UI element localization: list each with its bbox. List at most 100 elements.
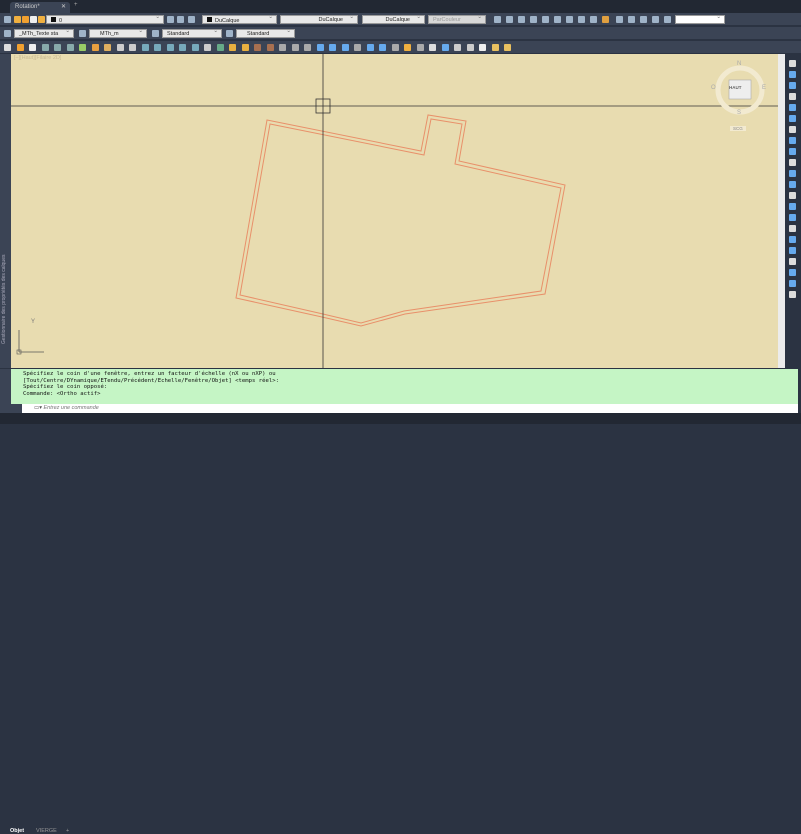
drawing-canvas[interactable]: [–][Haut][Filaire 2D] Y HAUT N S E O SCG <box>11 54 778 368</box>
color-dropdown[interactable]: DuCalque <box>202 14 277 24</box>
tool-icon[interactable] <box>29 44 36 51</box>
layer-dropdown[interactable]: 0 <box>46 14 164 24</box>
side-tool-icon[interactable] <box>789 258 796 265</box>
ucs-icon[interactable] <box>578 16 585 23</box>
tool-icon[interactable] <box>91 44 99 51</box>
tool-icon[interactable] <box>279 44 286 51</box>
tool-icon[interactable] <box>66 44 74 51</box>
dim-style-dropdown[interactable]: MTh_m <box>89 28 147 38</box>
viewport-scale-dropdown[interactable] <box>675 14 725 24</box>
tool-icon[interactable] <box>4 44 11 51</box>
side-tool-icon[interactable] <box>789 60 796 67</box>
ucs-dropdown[interactable]: SCG <box>730 126 746 131</box>
table-style-dropdown[interactable]: Standard <box>162 28 222 38</box>
side-tool-icon[interactable] <box>789 247 796 254</box>
properties-palette-bar[interactable]: Gestionnaire des propriétés des calques <box>0 54 11 368</box>
tool-icon[interactable] <box>404 44 411 51</box>
side-tool-icon[interactable] <box>789 192 796 199</box>
tab-model[interactable]: Objet <box>10 828 24 834</box>
side-tool-icon[interactable] <box>789 269 796 276</box>
tool-icon[interactable] <box>79 44 86 51</box>
freeze-icon[interactable] <box>30 16 37 23</box>
linetype-dropdown[interactable]: DuCalque <box>280 14 358 24</box>
tool-icon[interactable] <box>316 44 324 51</box>
close-icon[interactable]: ✕ <box>61 3 66 10</box>
tool-icon[interactable] <box>304 44 311 51</box>
tool-icon[interactable] <box>329 44 336 51</box>
compass-north[interactable]: N <box>737 61 741 67</box>
text-style-dropdown[interactable]: _MTh_Texte sta <box>14 28 74 38</box>
view-icon[interactable] <box>542 16 549 23</box>
side-tool-icon[interactable] <box>789 93 796 100</box>
tool-icon[interactable] <box>104 44 111 51</box>
plotstyle-dropdown[interactable]: ParCouleur <box>428 14 486 24</box>
tool-icon[interactable] <box>391 44 399 51</box>
light-bulb-icon[interactable] <box>14 16 21 23</box>
side-tool-icon[interactable] <box>789 236 796 243</box>
viewport-icon[interactable] <box>652 16 659 23</box>
lineweight-dropdown[interactable]: DuCalque <box>362 14 425 24</box>
view-icon[interactable] <box>518 16 525 23</box>
command-menu-icon[interactable]: ▭▾ <box>34 405 44 411</box>
tool-icon[interactable] <box>341 44 349 51</box>
view-icon[interactable] <box>530 16 537 23</box>
viewport-icon[interactable] <box>616 16 623 23</box>
side-tool-icon[interactable] <box>789 71 796 78</box>
view-icon[interactable] <box>506 16 513 23</box>
tool-icon[interactable] <box>16 44 24 51</box>
compass-south[interactable]: S <box>737 110 741 116</box>
command-input[interactable]: ▭▾ Entrez une commande <box>22 404 798 413</box>
ucs-icon[interactable] <box>590 16 597 23</box>
tab-layout-vierge[interactable]: VIERGE <box>36 828 57 834</box>
previous-layer-icon[interactable] <box>188 16 195 23</box>
tool-icon[interactable] <box>491 44 499 51</box>
viewport-icon[interactable] <box>628 16 635 23</box>
vertical-scrollbar[interactable] <box>778 54 785 368</box>
layer-properties-icon[interactable] <box>4 16 11 23</box>
side-tool-icon[interactable] <box>789 115 796 122</box>
tool-icon[interactable] <box>429 44 436 51</box>
side-tool-icon[interactable] <box>789 170 796 177</box>
tool-icon[interactable] <box>291 44 299 51</box>
side-tool-icon[interactable] <box>789 280 796 287</box>
tool-icon[interactable] <box>504 44 511 51</box>
tool-icon[interactable] <box>266 44 274 51</box>
viewport-icon[interactable] <box>640 16 647 23</box>
tool-icon[interactable] <box>379 44 386 51</box>
tool-icon[interactable] <box>241 44 249 51</box>
tool-icon[interactable] <box>216 44 224 51</box>
document-tab[interactable]: Rotation* ✕ <box>10 2 70 13</box>
tool-icon[interactable] <box>229 44 236 51</box>
match-layer-icon[interactable] <box>177 16 184 23</box>
side-tool-icon[interactable] <box>789 225 796 232</box>
side-tool-icon[interactable] <box>789 137 796 144</box>
side-tool-icon[interactable] <box>789 126 796 133</box>
side-tool-icon[interactable] <box>789 148 796 155</box>
side-tool-icon[interactable] <box>789 181 796 188</box>
side-tool-icon[interactable] <box>789 291 796 298</box>
tool-icon[interactable] <box>54 44 61 51</box>
compass-east[interactable]: E <box>762 85 766 91</box>
side-tool-icon[interactable] <box>789 203 796 210</box>
tool-icon[interactable] <box>441 44 449 51</box>
tool-icon[interactable] <box>204 44 211 51</box>
tool-icon[interactable] <box>191 44 199 51</box>
side-tool-icon[interactable] <box>789 104 796 111</box>
tool-icon[interactable] <box>416 44 424 51</box>
make-current-icon[interactable] <box>167 16 174 23</box>
tool-icon[interactable] <box>154 44 161 51</box>
tool-icon[interactable] <box>466 44 474 51</box>
view-icon[interactable] <box>554 16 561 23</box>
sun-icon[interactable] <box>22 16 29 23</box>
tool-icon[interactable] <box>354 44 361 51</box>
ucs-icon[interactable] <box>602 16 609 23</box>
mleader-style-dropdown[interactable]: Standard <box>236 28 295 38</box>
tool-icon[interactable] <box>41 44 49 51</box>
tool-icon[interactable] <box>454 44 461 51</box>
side-tool-icon[interactable] <box>789 82 796 89</box>
compass-west[interactable]: O <box>711 85 716 91</box>
lock-icon[interactable] <box>38 16 45 23</box>
tool-icon[interactable] <box>166 44 174 51</box>
tool-icon[interactable] <box>129 44 136 51</box>
tool-icon[interactable] <box>254 44 261 51</box>
